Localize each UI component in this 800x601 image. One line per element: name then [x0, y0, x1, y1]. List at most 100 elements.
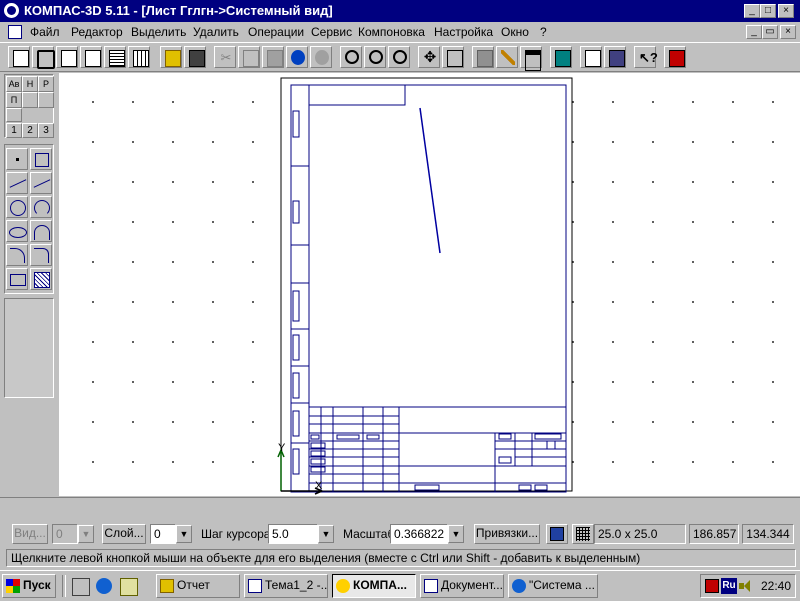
spec-button[interactable]: [128, 46, 150, 68]
measure-icon[interactable]: [520, 46, 542, 71]
print-icon[interactable]: [604, 46, 626, 68]
child-minimize-button[interactable]: _: [746, 25, 762, 39]
select-tool-icon[interactable]: [38, 92, 54, 108]
menu-settings[interactable]: Настройка: [434, 25, 493, 39]
menu-file[interactable]: Файл: [30, 25, 60, 39]
measure-tool-icon[interactable]: [22, 92, 38, 108]
circle-tool-icon[interactable]: [6, 196, 28, 218]
menu-editor[interactable]: Редактор: [71, 25, 123, 39]
arc-tool-icon[interactable]: [30, 196, 52, 218]
redo-icon[interactable]: [310, 46, 332, 68]
camera-icon[interactable]: [32, 46, 55, 69]
new-model-button[interactable]: [8, 46, 30, 68]
snaps-button[interactable]: Привязки...: [474, 524, 540, 544]
new-fragment-button[interactable]: [80, 46, 102, 68]
taskbar: Пуск Отчет Тема1_2 -... КОМПА... Докумен…: [0, 570, 800, 601]
polyline-tool-icon[interactable]: [30, 172, 52, 194]
point-tool-icon[interactable]: [6, 148, 28, 170]
menu-select[interactable]: Выделить: [131, 25, 186, 39]
spline-tool-icon[interactable]: [30, 220, 52, 242]
fit-view-icon[interactable]: [442, 46, 464, 68]
chamfer-tool-icon[interactable]: [30, 244, 52, 266]
pencil-icon[interactable]: [496, 46, 518, 68]
layer-number-field[interactable]: 0: [150, 524, 176, 544]
tray-app-icon[interactable]: [705, 579, 719, 593]
ellipse-tool-icon[interactable]: [6, 220, 28, 242]
exit-icon[interactable]: [664, 46, 686, 68]
task-topic-doc[interactable]: Тема1_2 -...: [244, 574, 328, 598]
paste-icon[interactable]: [262, 46, 284, 68]
folder-icon: [160, 579, 174, 593]
new-text-doc-button[interactable]: [104, 46, 126, 68]
menu-service[interactable]: Сервис: [311, 25, 352, 39]
calculator-icon[interactable]: [550, 46, 572, 68]
menu-layout[interactable]: Компоновка: [358, 25, 425, 39]
fillet-tool-icon[interactable]: [6, 244, 28, 266]
view-tool-icon[interactable]: [6, 108, 22, 122]
menu-operations[interactable]: Операции: [248, 25, 304, 39]
menu-help[interactable]: ?: [540, 25, 547, 39]
show-desktop-icon[interactable]: [72, 578, 90, 596]
cursor-step-label: Шаг курсора: [201, 527, 271, 541]
internet-explorer-icon[interactable]: [96, 578, 112, 594]
start-button[interactable]: Пуск: [2, 574, 56, 598]
scale-field[interactable]: 0.366822: [390, 524, 448, 544]
layer-dropdown-icon[interactable]: ▼: [176, 525, 192, 543]
cursor-step-dropdown-icon[interactable]: ▼: [318, 525, 334, 543]
task-report[interactable]: Отчет: [156, 574, 240, 598]
child-close-button[interactable]: ×: [780, 25, 796, 39]
new-sheet-button[interactable]: [56, 46, 78, 68]
tab-edit[interactable]: Р: [38, 76, 54, 92]
maximize-button[interactable]: □: [760, 4, 776, 18]
document-icon[interactable]: [8, 25, 22, 39]
task-system[interactable]: "Система ...: [508, 574, 598, 598]
tab-dimensions[interactable]: Н: [22, 76, 38, 92]
minimize-button[interactable]: _: [744, 4, 760, 18]
child-restore-button[interactable]: ▭: [762, 25, 778, 39]
zoom-in-icon[interactable]: [364, 46, 386, 68]
cursor-step-field[interactable]: 5.0: [268, 524, 318, 544]
language-indicator[interactable]: Ru: [721, 578, 737, 594]
grid-toggle-icon[interactable]: [572, 524, 594, 544]
view-number-field[interactable]: 0: [52, 524, 78, 544]
tab-parametric[interactable]: П: [6, 92, 22, 108]
drawing-canvas[interactable]: Y X: [59, 73, 800, 496]
rectangle-tool-icon[interactable]: [6, 268, 28, 290]
task-kompas[interactable]: КОМПА...: [332, 574, 416, 598]
kompas-app-icon[interactable]: [4, 3, 19, 18]
view-dropdown-icon[interactable]: ▼: [78, 525, 94, 543]
menu-window[interactable]: Окно: [501, 25, 529, 39]
undo-icon[interactable]: [286, 46, 308, 68]
zoom-out-icon[interactable]: [388, 46, 410, 68]
snap-toggle-icon[interactable]: [546, 524, 568, 544]
pan-icon[interactable]: ✥: [418, 46, 440, 68]
context-help-icon[interactable]: ↖?: [634, 46, 658, 68]
tab-annotations[interactable]: Ав: [6, 76, 22, 92]
calc-icon[interactable]: [472, 46, 494, 68]
segment-tool-icon[interactable]: [6, 172, 28, 194]
layer-button[interactable]: Слой...: [102, 524, 146, 544]
sheet-outer-frame: [280, 77, 573, 492]
page-2-button[interactable]: 2: [22, 123, 38, 138]
hatch-tool-icon[interactable]: [30, 268, 52, 290]
auxiliary-line-icon[interactable]: [30, 148, 52, 170]
tool-panel-empty-area: [4, 298, 54, 398]
word-document-icon: [248, 579, 262, 593]
task-document[interactable]: Документ...: [420, 574, 504, 598]
speaker-icon[interactable]: [739, 579, 751, 593]
zoom-icon[interactable]: [340, 46, 362, 68]
save-icon[interactable]: [184, 46, 206, 68]
print-preview-icon[interactable]: [580, 46, 602, 68]
clock[interactable]: 22:40: [761, 579, 791, 593]
menu-delete[interactable]: Удалить: [193, 25, 239, 39]
scale-dropdown-icon[interactable]: ▼: [448, 525, 464, 543]
page-1-button[interactable]: 1: [6, 123, 22, 138]
outlook-express-icon[interactable]: [120, 578, 138, 596]
cut-icon[interactable]: ✂: [214, 46, 236, 68]
copy-icon[interactable]: [238, 46, 260, 68]
page-3-button[interactable]: 3: [38, 123, 54, 138]
word-document-icon-2: [424, 579, 438, 593]
close-button[interactable]: ×: [778, 4, 794, 18]
view-button[interactable]: Вид...: [12, 524, 48, 544]
open-folder-icon[interactable]: [160, 46, 182, 68]
